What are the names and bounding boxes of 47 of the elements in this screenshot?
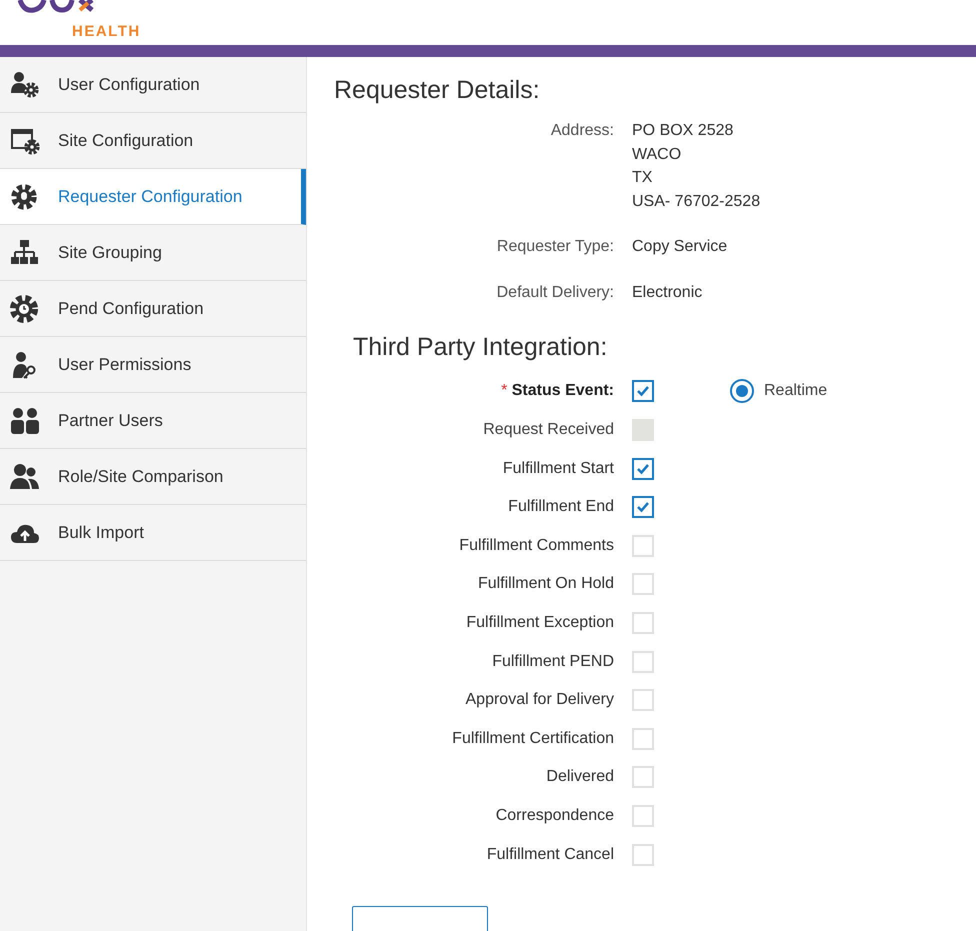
outline-button[interactable] (352, 906, 488, 931)
field-label: Address: (550, 121, 615, 141)
field-value: Copy Service (632, 237, 728, 257)
radio-option[interactable]: Realtime (730, 379, 828, 403)
field-value: TX (632, 168, 654, 188)
field-label: Delivered (545, 767, 615, 788)
field-label: Fulfillment Exception (465, 612, 615, 633)
checkbox[interactable] (632, 380, 654, 402)
sidebar-item[interactable]: User Permissions (0, 337, 306, 393)
sidebar-item[interactable]: Partner Users (0, 393, 306, 449)
user-gear-icon (10, 70, 40, 98)
field-label: Correspondence (494, 806, 615, 826)
sidebar-item[interactable]: Requester Configuration (0, 169, 306, 225)
field-value: USA- 76702-2528 (632, 192, 760, 212)
field-label: Fulfillment Cancel (486, 844, 615, 865)
checkmark-icon (636, 501, 650, 514)
section-title: Requester Details: (334, 75, 540, 105)
field-label: Fulfillment Comments (458, 536, 615, 556)
checkmark-icon (636, 462, 650, 475)
field-value: PO BOX 2528 (632, 121, 734, 141)
field-label: Fulfillment On Hold (476, 574, 615, 594)
field-label: Fulfillment Certification (451, 728, 615, 749)
field-label: Fulfillment PEND (491, 652, 615, 672)
section-title: Third Party Integration: (353, 332, 608, 362)
window-gear-icon (10, 126, 40, 154)
field-label: Fulfillment End (507, 497, 615, 518)
sidebar-item[interactable]: Pend Configuration (0, 281, 306, 337)
field-label: Requester Type: (496, 237, 615, 257)
checkbox[interactable] (632, 496, 654, 518)
sidebar-item[interactable]: Role/Site Comparison (0, 449, 306, 505)
checkmark-icon (636, 385, 650, 397)
hierarchy-icon (10, 238, 40, 266)
sidebar-item[interactable]: User Configuration (0, 57, 306, 113)
field-label: * Status Event: (500, 381, 615, 401)
users-icon (10, 462, 40, 490)
field-label: Approval for Delivery (464, 690, 615, 710)
sidebar-item[interactable]: Bulk Import (0, 505, 306, 561)
field-label: Request Received (482, 420, 615, 440)
field-value: WACO (632, 144, 682, 164)
field-label: Fulfillment Start (502, 458, 615, 479)
sidebar-item[interactable]: Site Grouping (0, 225, 306, 281)
field-label: Default Delivery: (496, 283, 615, 303)
users-icon (10, 406, 40, 434)
field-value: Electronic (632, 283, 702, 303)
gear-clock-icon (10, 294, 40, 322)
checkbox[interactable] (632, 458, 654, 480)
logo-text: HEALTH (72, 24, 141, 39)
